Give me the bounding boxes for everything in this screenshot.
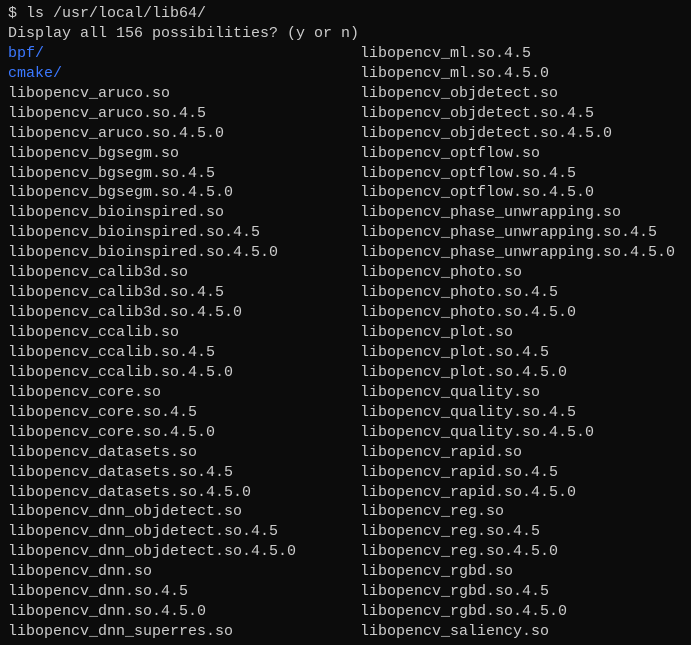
file-entry: libopencv_aruco.so.4.5.0 [8, 124, 360, 144]
file-entry: libopencv_optflow.so.4.5.0 [360, 183, 683, 203]
file-entry: libopencv_reg.so.4.5.0 [360, 542, 683, 562]
file-entry: libopencv_phase_unwrapping.so [360, 203, 683, 223]
file-entry: libopencv_plot.so [360, 323, 683, 343]
file-entry: libopencv_photo.so.4.5 [360, 283, 683, 303]
file-entry: libopencv_objdetect.so.4.5 [360, 104, 683, 124]
file-entry: libopencv_quality.so [360, 383, 683, 403]
file-entry: libopencv_bioinspired.so.4.5.0 [8, 243, 360, 263]
file-entry: libopencv_dnn.so.4.5.0 [8, 602, 360, 622]
file-column-right: libopencv_ml.so.4.5libopencv_ml.so.4.5.0… [360, 44, 683, 642]
file-entry: libopencv_plot.so.4.5.0 [360, 363, 683, 383]
file-entry: libopencv_rapid.so [360, 443, 683, 463]
file-entry: libopencv_quality.so.4.5 [360, 403, 683, 423]
file-entry: libopencv_phase_unwrapping.so.4.5.0 [360, 243, 683, 263]
command-text: ls /usr/local/lib64/ [26, 5, 206, 22]
file-entry: libopencv_aruco.so [8, 84, 360, 104]
file-entry: libopencv_optflow.so [360, 144, 683, 164]
file-entry: libopencv_ml.so.4.5 [360, 44, 683, 64]
file-entry: libopencv_bgsegm.so.4.5 [8, 164, 360, 184]
file-listing: bpf/cmake/libopencv_aruco.solibopencv_ar… [8, 44, 683, 642]
file-entry: libopencv_rapid.so.4.5 [360, 463, 683, 483]
file-entry: libopencv_dnn_superres.so [8, 622, 360, 642]
file-entry: libopencv_dnn.so [8, 562, 360, 582]
file-entry: libopencv_calib3d.so.4.5.0 [8, 303, 360, 323]
file-entry: libopencv_dnn_objdetect.so.4.5 [8, 522, 360, 542]
file-entry: libopencv_ccalib.so [8, 323, 360, 343]
directory-entry: cmake/ [8, 64, 360, 84]
file-entry: libopencv_core.so.4.5 [8, 403, 360, 423]
file-entry: libopencv_plot.so.4.5 [360, 343, 683, 363]
file-entry: libopencv_calib3d.so [8, 263, 360, 283]
file-entry: libopencv_datasets.so.4.5 [8, 463, 360, 483]
file-entry: libopencv_objdetect.so [360, 84, 683, 104]
file-entry: libopencv_saliency.so [360, 622, 683, 642]
possibilities-question[interactable]: Display all 156 possibilities? (y or n) [8, 24, 683, 44]
file-entry: libopencv_bioinspired.so [8, 203, 360, 223]
file-entry: libopencv_dnn.so.4.5 [8, 582, 360, 602]
file-entry: libopencv_dnn_objdetect.so.4.5.0 [8, 542, 360, 562]
directory-entry: bpf/ [8, 44, 360, 64]
file-entry: libopencv_photo.so.4.5.0 [360, 303, 683, 323]
file-entry: libopencv_core.so [8, 383, 360, 403]
file-entry: libopencv_phase_unwrapping.so.4.5 [360, 223, 683, 243]
file-entry: libopencv_photo.so [360, 263, 683, 283]
file-entry: libopencv_aruco.so.4.5 [8, 104, 360, 124]
file-entry: libopencv_rgbd.so.4.5 [360, 582, 683, 602]
file-entry: libopencv_ccalib.so.4.5.0 [8, 363, 360, 383]
file-entry: libopencv_reg.so.4.5 [360, 522, 683, 542]
file-column-left: bpf/cmake/libopencv_aruco.solibopencv_ar… [8, 44, 360, 642]
file-entry: libopencv_objdetect.so.4.5.0 [360, 124, 683, 144]
file-entry: libopencv_quality.so.4.5.0 [360, 423, 683, 443]
file-entry: libopencv_reg.so [360, 502, 683, 522]
file-entry: libopencv_rapid.so.4.5.0 [360, 483, 683, 503]
file-entry: libopencv_core.so.4.5.0 [8, 423, 360, 443]
file-entry: libopencv_bgsegm.so.4.5.0 [8, 183, 360, 203]
file-entry: libopencv_datasets.so [8, 443, 360, 463]
file-entry: libopencv_optflow.so.4.5 [360, 164, 683, 184]
file-entry: libopencv_bgsegm.so [8, 144, 360, 164]
command-prompt-line[interactable]: $ ls /usr/local/lib64/ [8, 4, 683, 24]
file-entry: libopencv_ccalib.so.4.5 [8, 343, 360, 363]
file-entry: libopencv_dnn_objdetect.so [8, 502, 360, 522]
prompt-symbol: $ [8, 5, 17, 22]
file-entry: libopencv_bioinspired.so.4.5 [8, 223, 360, 243]
file-entry: libopencv_rgbd.so [360, 562, 683, 582]
file-entry: libopencv_datasets.so.4.5.0 [8, 483, 360, 503]
file-entry: libopencv_rgbd.so.4.5.0 [360, 602, 683, 622]
file-entry: libopencv_calib3d.so.4.5 [8, 283, 360, 303]
file-entry: libopencv_ml.so.4.5.0 [360, 64, 683, 84]
